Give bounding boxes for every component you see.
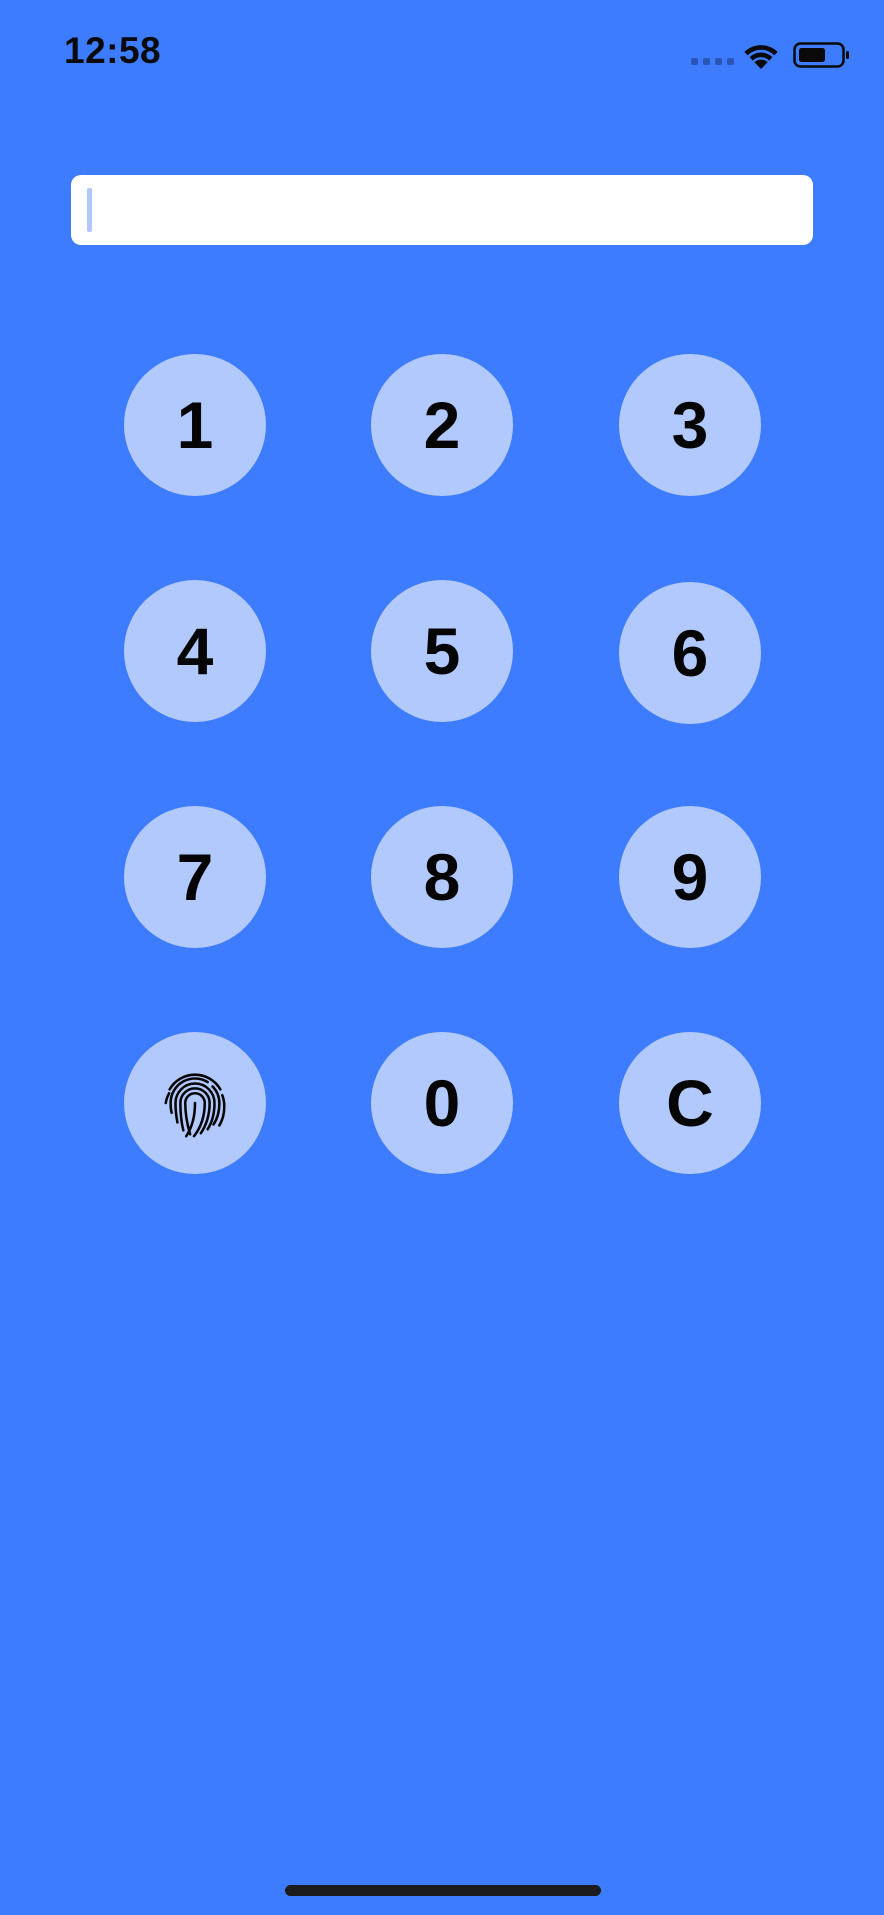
wifi-icon <box>744 45 778 69</box>
key-4-button[interactable]: 4 <box>124 580 266 722</box>
key-1-button[interactable]: 1 <box>124 354 266 496</box>
key-6-button[interactable]: 6 <box>619 582 761 724</box>
key-0-label: 0 <box>423 1066 461 1140</box>
key-9-label: 9 <box>671 840 709 914</box>
fingerprint-button[interactable] <box>124 1032 266 1174</box>
key-2-button[interactable]: 2 <box>371 354 513 496</box>
status-time: 12:58 <box>64 30 162 71</box>
key-8-label: 8 <box>423 840 461 914</box>
key-5-button[interactable]: 5 <box>371 580 513 722</box>
key-5-label: 5 <box>423 614 461 688</box>
pin-input-field[interactable] <box>71 175 813 245</box>
text-cursor <box>87 188 92 232</box>
clear-label: C <box>666 1066 714 1140</box>
cellular-signal-icon <box>691 58 734 65</box>
key-9-button[interactable]: 9 <box>619 806 761 948</box>
key-7-label: 7 <box>176 840 214 914</box>
key-0-button[interactable]: 0 <box>371 1032 513 1174</box>
key-2-label: 2 <box>423 388 461 462</box>
key-3-label: 3 <box>671 388 709 462</box>
battery-icon <box>793 42 849 68</box>
key-1-label: 1 <box>176 388 214 462</box>
key-4-label: 4 <box>176 614 214 688</box>
key-3-button[interactable]: 3 <box>619 354 761 496</box>
key-8-button[interactable]: 8 <box>371 806 513 948</box>
key-6-label: 6 <box>671 616 709 690</box>
home-indicator[interactable] <box>285 1885 601 1896</box>
clear-button[interactable]: C <box>619 1032 761 1174</box>
status-bar: 12:58 <box>0 0 884 110</box>
fingerprint-icon <box>164 1073 226 1138</box>
keypad: 1 2 3 4 5 6 7 8 9 0 C <box>0 0 884 1915</box>
key-7-button[interactable]: 7 <box>124 806 266 948</box>
